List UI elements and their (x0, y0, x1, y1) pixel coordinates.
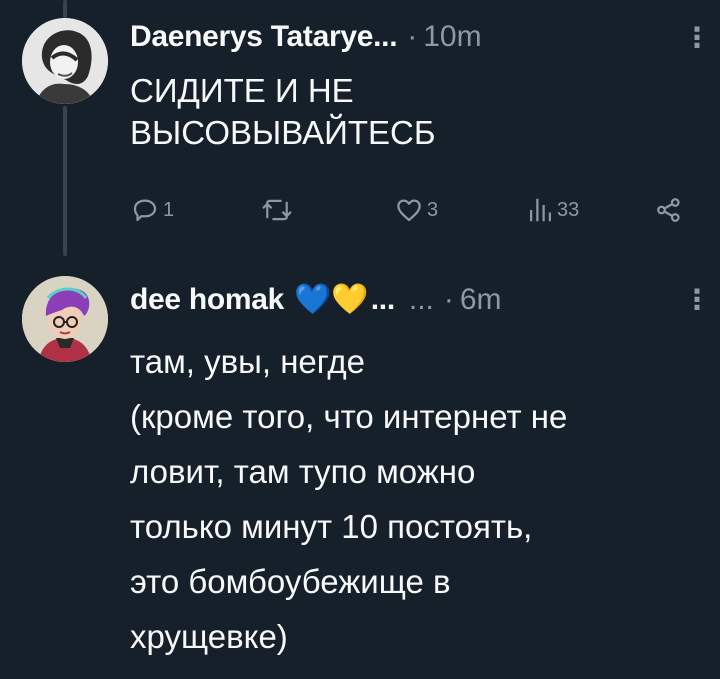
like-icon (397, 199, 421, 222)
reply-count: 1 (163, 198, 175, 221)
tweet-header: Daenerys Tatarye... · 10m (130, 20, 482, 54)
view-count: 33 (557, 198, 580, 221)
retweet-button[interactable] (260, 195, 294, 225)
more-options-icon[interactable]: ⋮ (683, 24, 711, 52)
more-options-icon[interactable]: ⋮ (683, 286, 711, 314)
avatar[interactable] (22, 18, 108, 104)
tweet-text: там, увы, негде (кроме того, что интерне… (130, 343, 568, 655)
share-button[interactable] (654, 195, 684, 225)
author-name[interactable]: Daenerys Tatarye... (130, 20, 398, 54)
tweet-text: СИДИТЕ И НЕ ВЫСОВЫВАЙТЕСБ (130, 72, 436, 151)
like-button[interactable]: 3 (394, 195, 438, 225)
timestamp[interactable]: 6m (460, 283, 502, 317)
name-emoji: 💙💛 (294, 283, 369, 316)
avatar-portrait-image (22, 18, 108, 104)
tweet-header: dee homak 💙💛 ... ... · 6m (130, 282, 502, 317)
handle-ellipsis: ... (408, 283, 434, 316)
thread-line-top (63, 0, 67, 18)
share-icon (657, 198, 680, 222)
views-icon (530, 198, 551, 222)
reply-icon (133, 199, 157, 222)
avatar[interactable] (22, 276, 108, 362)
timestamp[interactable]: 10m (423, 20, 481, 54)
views-button[interactable]: 33 (526, 195, 579, 225)
like-count: 3 (427, 198, 439, 221)
reply-button[interactable]: 1 (130, 195, 174, 225)
retweet-icon (262, 199, 292, 221)
name-ellipsis: ... (370, 283, 395, 316)
thread-line-connector (63, 106, 67, 256)
avatar-cartoon-image (22, 276, 108, 362)
separator-dot: · (407, 20, 418, 53)
separator-dot: · (443, 283, 454, 316)
author-name[interactable]: dee homak (130, 283, 284, 317)
tweet-actions: 1 3 33 (130, 195, 690, 229)
